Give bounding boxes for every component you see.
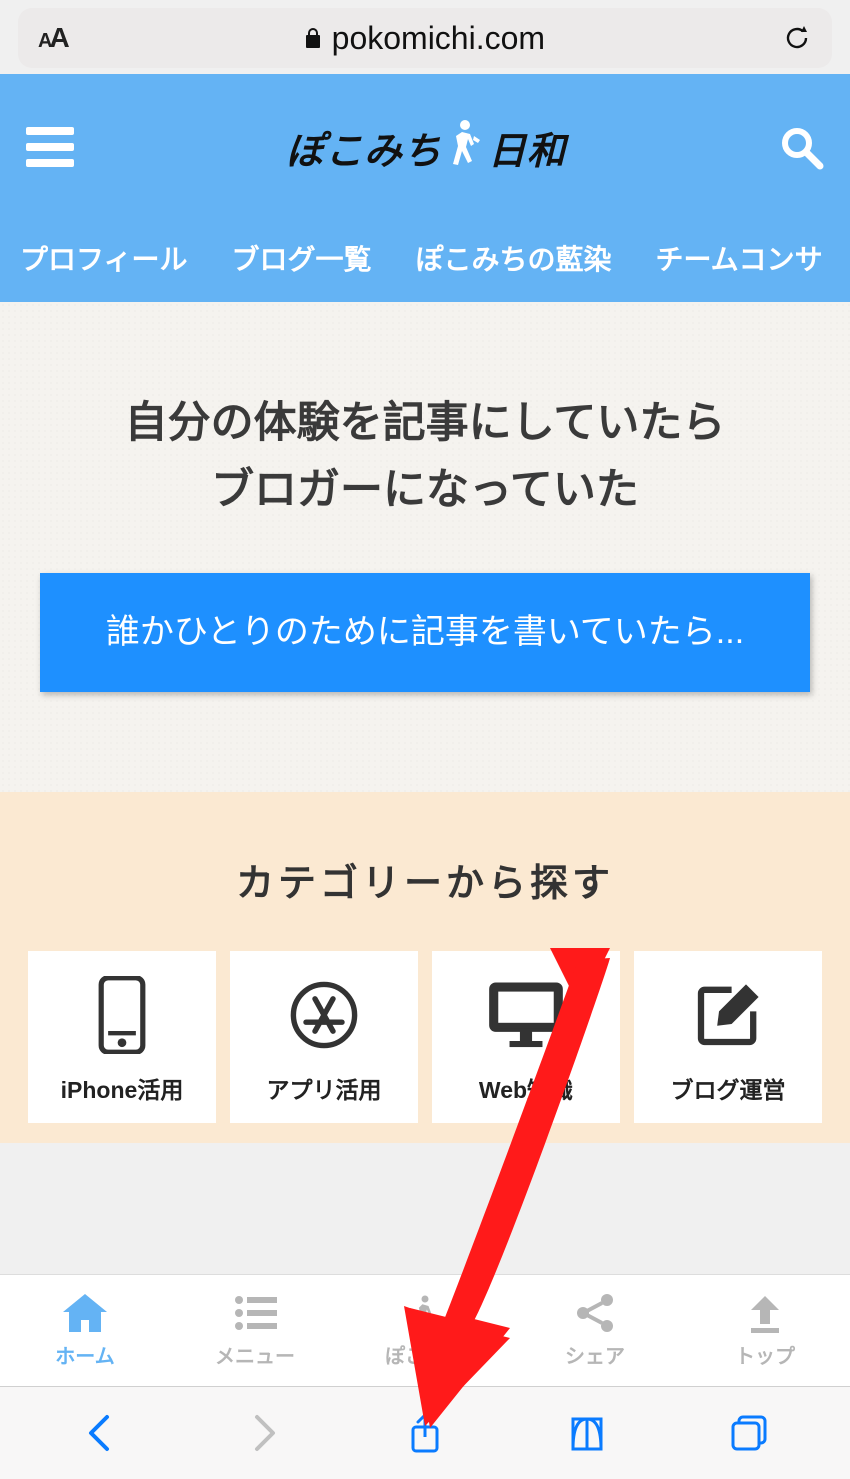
category-title: カテゴリーから探す — [28, 852, 822, 907]
monitor-icon — [486, 975, 566, 1055]
bottom-nav-label: ぽこみち — [385, 1340, 465, 1369]
category-label: アプリ活用 — [267, 1071, 382, 1105]
category-grid: iPhone活用 アプリ活用 Web知識 ブログ運営 — [28, 951, 822, 1123]
appstore-icon — [284, 975, 364, 1055]
edit-icon — [688, 975, 768, 1055]
bottom-nav-label: シェア — [565, 1340, 625, 1369]
text-size-icon[interactable]: AA — [38, 22, 67, 54]
category-section: カテゴリーから探す iPhone活用 アプリ活用 Web知識 ブログ運営 — [0, 792, 850, 1143]
walker-icon — [444, 116, 486, 178]
list-icon — [231, 1292, 279, 1334]
top-navigation: プロフィール ブログ一覧 ぽこみちの藍染 チームコンサ — [0, 220, 850, 302]
site-bottom-nav: ホーム メニュー ぽこみち シェア トップ — [0, 1274, 850, 1386]
share-nodes-icon — [571, 1292, 619, 1334]
category-card-iphone[interactable]: iPhone活用 — [28, 951, 216, 1123]
category-card-blog[interactable]: ブログ運営 — [634, 951, 822, 1123]
arrow-up-icon — [741, 1292, 789, 1334]
bottom-nav-share[interactable]: シェア — [510, 1275, 680, 1386]
reload-icon[interactable] — [782, 23, 812, 53]
search-icon[interactable] — [778, 124, 824, 170]
lock-icon — [304, 27, 322, 49]
nav-item-blog-list[interactable]: ブログ一覧 — [231, 238, 371, 278]
hero-title: 自分の体験を記事にしていたら ブロガーになっていた — [30, 390, 820, 523]
bottom-nav-pokomichi[interactable]: ぽこみち — [340, 1275, 510, 1386]
bottom-nav-label: ホーム — [55, 1340, 114, 1369]
site-logo[interactable]: ぽこみち 日和 — [286, 116, 566, 178]
logo-text-right: 日和 — [488, 120, 566, 175]
url-text: pokomichi.com — [332, 20, 545, 57]
safari-address-bar[interactable]: AA pokomichi.com — [18, 8, 832, 68]
category-label: Web知識 — [479, 1071, 573, 1105]
tabs-icon[interactable] — [727, 1411, 771, 1455]
hamburger-menu-icon[interactable] — [26, 127, 74, 167]
share-icon[interactable] — [403, 1411, 447, 1455]
bottom-nav-label: トップ — [735, 1340, 795, 1369]
nav-item-aizome[interactable]: ぽこみちの藍染 — [415, 238, 611, 278]
walker-small-icon — [401, 1292, 449, 1334]
category-label: iPhone活用 — [61, 1071, 184, 1105]
bottom-nav-menu[interactable]: メニュー — [170, 1275, 340, 1386]
safari-toolbar — [0, 1386, 850, 1479]
nav-item-team[interactable]: チームコンサ — [655, 238, 822, 278]
site-header: ぽこみち 日和 — [0, 74, 850, 220]
url-display[interactable]: pokomichi.com — [77, 20, 772, 57]
hero-section: 自分の体験を記事にしていたら ブロガーになっていた 誰かひとりのために記事を書い… — [0, 302, 850, 792]
category-label: ブログ運営 — [671, 1071, 786, 1105]
category-card-web[interactable]: Web知識 — [432, 951, 620, 1123]
phone-icon — [82, 975, 162, 1055]
bottom-nav-label: メニュー — [215, 1340, 295, 1369]
back-icon[interactable] — [79, 1411, 123, 1455]
nav-item-profile[interactable]: プロフィール — [20, 238, 187, 278]
home-icon — [61, 1292, 109, 1334]
category-card-apps[interactable]: アプリ活用 — [230, 951, 418, 1123]
hero-cta-button[interactable]: 誰かひとりのために記事を書いていたら... — [40, 573, 810, 692]
bookmarks-icon[interactable] — [565, 1411, 609, 1455]
logo-text-left: ぽこみち — [286, 120, 442, 175]
forward-icon[interactable] — [241, 1411, 285, 1455]
bottom-nav-top[interactable]: トップ — [680, 1275, 850, 1386]
bottom-nav-home[interactable]: ホーム — [0, 1275, 170, 1386]
